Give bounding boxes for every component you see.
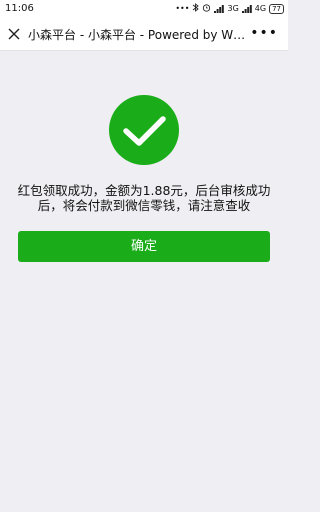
battery-icon: 77 <box>269 3 284 14</box>
status-time: 11:06 <box>5 3 34 14</box>
bluetooth-icon <box>192 3 200 14</box>
signal-icon <box>214 4 225 13</box>
network-type-label: 3G <box>227 4 239 13</box>
alarm-icon <box>202 3 211 14</box>
status-bar: 11:06 ••• 3G 4G 77 <box>0 0 288 18</box>
status-icons: ••• 3G 4G 77 <box>175 3 284 14</box>
network-type-label-2: 4G <box>254 4 267 13</box>
result-message: 红包领取成功，金额为1.88元，后台审核成功后，将会付款到微信零钱，请注意查收 <box>17 183 271 213</box>
signal-icon-2 <box>241 4 252 13</box>
close-icon[interactable] <box>7 26 21 40</box>
confirm-button[interactable]: 确定 <box>18 231 270 262</box>
more-options-icon[interactable]: ••• <box>250 25 278 41</box>
success-check-icon <box>109 95 179 165</box>
nav-bar: 小森平台 - 小森平台 - Powered by WE7... ••• <box>0 18 288 51</box>
more-dots-icon: ••• <box>175 4 190 13</box>
page-title: 小森平台 - 小森平台 - Powered by WE7... <box>28 28 250 42</box>
